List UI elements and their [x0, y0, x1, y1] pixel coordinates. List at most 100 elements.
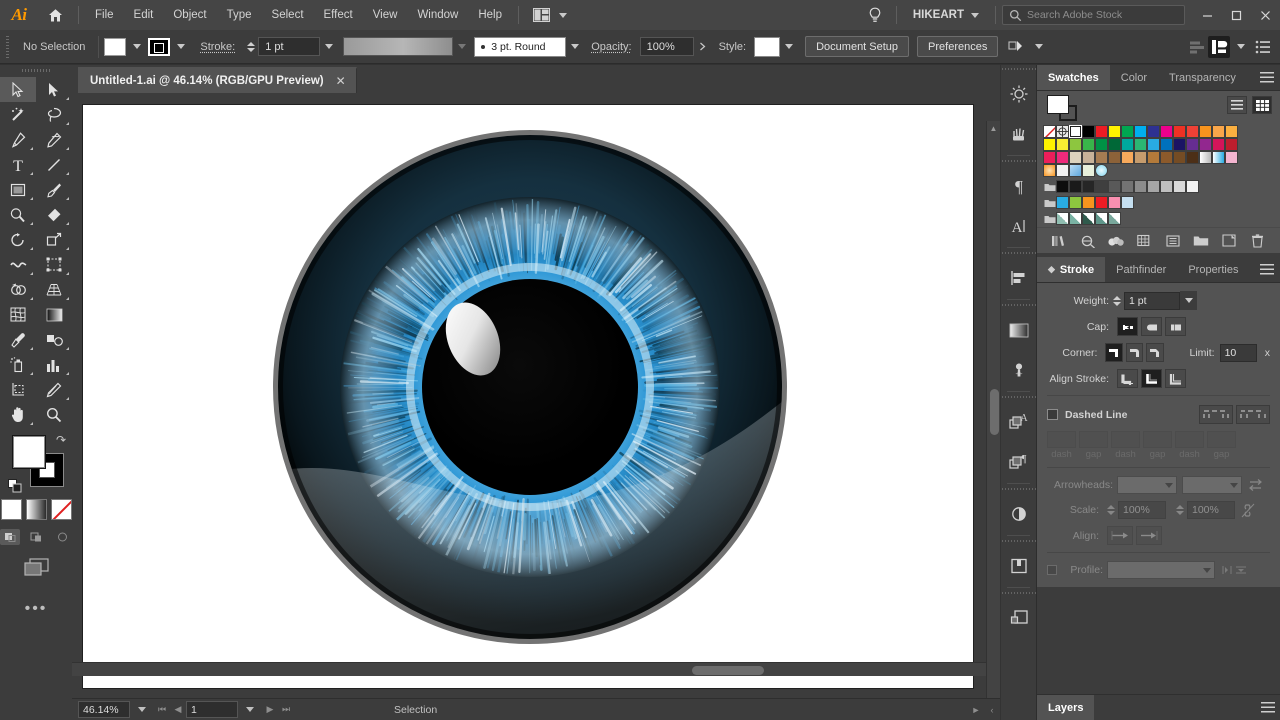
opacity-label[interactable]: Opacity: — [583, 41, 639, 53]
swatch[interactable] — [1082, 138, 1095, 151]
swatch[interactable] — [1056, 212, 1069, 225]
profile-checkbox[interactable] — [1047, 565, 1057, 575]
arrowhead-end-select[interactable] — [1182, 476, 1242, 494]
swatch[interactable] — [1173, 125, 1186, 138]
dock-grip-6[interactable] — [1001, 485, 1036, 494]
swatch[interactable] — [1043, 138, 1056, 151]
type-tool[interactable]: T — [0, 152, 36, 177]
stroke-weight-dropdown[interactable] — [320, 37, 337, 56]
graphic-styles-icon[interactable]: A — [1001, 402, 1037, 442]
edit-color-icon[interactable] — [1134, 231, 1154, 251]
swatch[interactable] — [1121, 180, 1134, 193]
swatch[interactable] — [1095, 180, 1108, 193]
swatch[interactable] — [1069, 212, 1082, 225]
home-icon[interactable] — [38, 0, 72, 30]
arrowhead-start-select[interactable] — [1117, 476, 1177, 494]
butt-cap-icon[interactable] — [1117, 317, 1138, 336]
vertical-scroll-thumb[interactable] — [990, 389, 999, 435]
chevron-down-icon[interactable] — [971, 13, 979, 18]
swatch-white[interactable] — [1069, 125, 1082, 138]
selection-tool[interactable] — [0, 77, 36, 102]
color-group-folder-icon[interactable] — [1043, 180, 1056, 193]
change-screen-mode[interactable] — [0, 557, 72, 578]
draw-normal-mode[interactable] — [0, 529, 20, 545]
color-fill-mode[interactable] — [1, 499, 22, 520]
swatch[interactable] — [1186, 151, 1199, 164]
current-fill-swatch[interactable] — [1047, 95, 1069, 114]
swatch[interactable] — [1134, 151, 1147, 164]
swatch-none[interactable] — [1043, 125, 1056, 138]
menu-item-object[interactable]: Object — [163, 0, 216, 30]
swatch[interactable] — [1160, 180, 1173, 193]
swatch[interactable] — [1160, 151, 1173, 164]
dock-grip-7[interactable] — [1001, 537, 1036, 546]
mesh-tool[interactable] — [0, 302, 36, 327]
preferences-button[interactable]: Preferences — [917, 36, 998, 57]
swatch[interactable] — [1069, 151, 1082, 164]
swatch[interactable] — [1082, 180, 1095, 193]
grid-view-icon[interactable] — [1252, 96, 1272, 114]
list-view-icon[interactable] — [1227, 96, 1247, 114]
tab-pathfinder[interactable]: Pathfinder — [1105, 257, 1177, 282]
stroke-weight-label[interactable]: Stroke: — [192, 41, 243, 53]
panel-menu-icon[interactable] — [1254, 257, 1280, 282]
dock-grip-8[interactable] — [1001, 589, 1036, 598]
magic-wand-tool[interactable] — [0, 102, 36, 127]
swatch[interactable] — [1173, 151, 1186, 164]
previous-artboard-button[interactable]: ◀ — [170, 704, 186, 715]
dock-grip-2[interactable] — [1001, 157, 1036, 166]
place-arrow-at-end-icon[interactable] — [1136, 526, 1162, 545]
dock-grip-3[interactable] — [1001, 249, 1036, 258]
brushes-icon[interactable] — [1001, 114, 1037, 154]
swatch[interactable] — [1147, 125, 1160, 138]
opacity-field[interactable]: 100% — [640, 37, 694, 56]
next-artboard-button[interactable]: ▶ — [262, 704, 278, 715]
menu-item-window[interactable]: Window — [407, 0, 468, 30]
swatch[interactable] — [1056, 196, 1069, 209]
new-swatch-icon[interactable] — [1219, 231, 1239, 251]
status-flyout-icon[interactable]: ► — [968, 705, 984, 715]
swap-fill-stroke-icon[interactable]: ↷ — [54, 433, 68, 447]
slice-tool[interactable] — [36, 377, 72, 402]
chevron-down-icon[interactable] — [559, 13, 567, 18]
scale-start-stepper[interactable] — [1107, 505, 1115, 515]
direct-selection-tool[interactable] — [36, 77, 72, 102]
scale-end-field[interactable]: 100% — [1187, 501, 1235, 519]
swatch[interactable] — [1121, 196, 1134, 209]
swatch[interactable] — [1121, 138, 1134, 151]
panel-menu-icon[interactable] — [1254, 65, 1280, 90]
arrange-documents-icon[interactable] — [525, 0, 575, 30]
swatch[interactable] — [1225, 125, 1238, 138]
swatch[interactable] — [1056, 138, 1069, 151]
scale-tool[interactable] — [36, 227, 72, 252]
tab-swatches[interactable]: Swatches — [1037, 65, 1110, 90]
swatch[interactable] — [1082, 125, 1095, 138]
menu-item-help[interactable]: Help — [468, 0, 512, 30]
appearance-icon[interactable]: ¶ — [1001, 442, 1037, 482]
width-tool[interactable] — [0, 252, 36, 277]
artboards-icon[interactable] — [1001, 598, 1037, 638]
swatch[interactable] — [1095, 164, 1108, 177]
default-fill-stroke-icon[interactable] — [8, 479, 22, 493]
delete-swatch-icon[interactable] — [1248, 231, 1268, 251]
swatch[interactable] — [1134, 180, 1147, 193]
swatch[interactable] — [1108, 212, 1121, 225]
dash-field-3[interactable] — [1175, 431, 1204, 448]
swatch[interactable] — [1108, 196, 1121, 209]
swap-arrowheads-icon[interactable] — [1248, 478, 1263, 493]
panel-options-icon[interactable] — [1252, 36, 1274, 58]
transparency-icon[interactable] — [1001, 494, 1037, 534]
select-similar-chevron-down-icon[interactable] — [1035, 44, 1043, 49]
swatch[interactable] — [1212, 151, 1225, 164]
swatch[interactable] — [1082, 164, 1095, 177]
dash-field-1[interactable] — [1047, 431, 1076, 448]
adobe-stock-search[interactable] — [1002, 5, 1185, 25]
swatch[interactable] — [1108, 180, 1121, 193]
gradient-icon[interactable] — [1001, 310, 1037, 350]
none-fill-mode[interactable] — [51, 499, 72, 520]
stroke-weight-dropdown[interactable] — [1180, 291, 1197, 310]
pen-tool[interactable] — [0, 127, 36, 152]
eraser-tool[interactable] — [36, 202, 72, 227]
preserve-exact-dash-icon[interactable] — [1199, 405, 1233, 424]
brightness-icon[interactable] — [1001, 74, 1037, 114]
